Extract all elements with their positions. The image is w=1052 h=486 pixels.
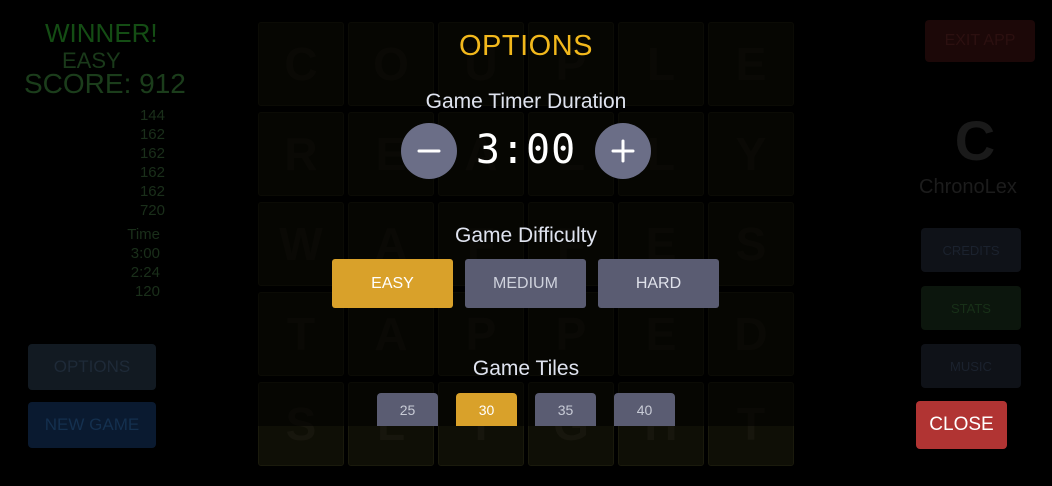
score-row: 162	[139, 145, 165, 162]
game-screen: WINNER! EASY SCORE: 912 144 162 162 162 …	[0, 0, 1052, 486]
time-row: 2:24	[130, 264, 160, 281]
bg-stats-button: STATS	[921, 286, 1021, 330]
tiles-25-button[interactable]: 25	[377, 393, 438, 426]
tiles-40-button[interactable]: 40	[614, 393, 675, 426]
app-name: ChronoLex	[919, 176, 1017, 198]
tiles-35-button[interactable]: 35	[535, 393, 596, 426]
plus-icon	[611, 139, 635, 163]
decrease-timer-button[interactable]	[401, 123, 457, 179]
score-list: 144 162 162 162 162 720	[45, 106, 165, 220]
difficulty-easy-button[interactable]: EASY	[332, 259, 453, 308]
timer-label: Game Timer Duration	[425, 90, 627, 113]
score-row: 162	[139, 183, 165, 200]
close-button[interactable]: CLOSE	[916, 401, 1007, 449]
options-title: OPTIONS	[458, 30, 593, 62]
minus-icon	[417, 149, 441, 153]
tiles-label: Game Tiles	[472, 357, 580, 380]
increase-timer-button[interactable]	[595, 123, 651, 179]
tiles-30-button[interactable]: 30	[456, 393, 517, 426]
difficulty-hard-button[interactable]: HARD	[598, 259, 719, 308]
bg-new-game-button: NEW GAME	[28, 402, 156, 448]
score-row: 720	[139, 202, 165, 219]
score-row: 162	[139, 164, 165, 181]
difficulty-medium-button[interactable]: MEDIUM	[465, 259, 586, 308]
timer-value: 3:00	[475, 127, 577, 173]
difficulty-label: Game Difficulty	[455, 224, 597, 247]
time-row: 120	[134, 283, 160, 300]
score-row: 162	[139, 126, 165, 143]
